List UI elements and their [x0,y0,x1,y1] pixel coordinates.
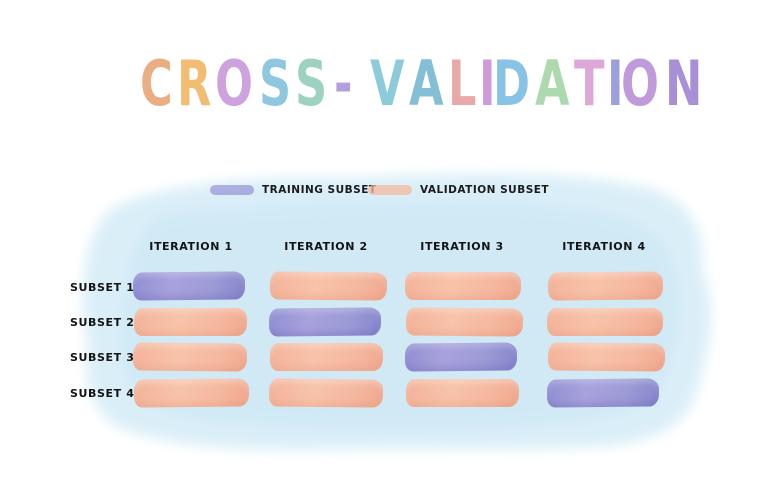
legend-label-validation: VALIDATION SUBSET [420,184,550,196]
fold-cell-validation [268,378,384,408]
title-letter: O [215,47,257,120]
title-letter: A [409,47,447,120]
title-letter: D [492,47,533,120]
title-letter: - [334,47,356,120]
fold-cell-validation [547,342,666,372]
fold-cell-training [132,271,246,301]
title-letter: V [370,47,408,120]
row-heading-subset-1: SUBSET 1 [70,281,135,294]
fold-cell-training [268,307,382,337]
row-heading-subset-2: SUBSET 2 [70,316,135,329]
fold-cell-training [404,342,518,372]
diagram-title: CROSS- VALIDATION [140,44,703,124]
title-letter: L [448,47,480,120]
legend-swatch-training [210,185,254,195]
fold-cell-validation [134,308,247,336]
row-heading-subset-3: SUBSET 3 [70,351,135,364]
row-heading-subset-4: SUBSET 4 [70,387,135,400]
fold-cell-validation [270,343,383,371]
fold-cell-validation [405,272,521,300]
title-letter: A [535,47,573,120]
column-heading-iteration-1: ITERATION 1 [149,240,233,253]
fold-cell-validation [269,271,388,301]
fold-cell-training [546,378,660,408]
title-letter: C [140,47,176,120]
title-letter: T [574,47,608,120]
column-heading-iteration-4: ITERATION 4 [562,240,646,253]
title-letter: S [294,47,330,120]
fold-cell-validation [547,271,664,301]
fold-cell-validation [405,307,524,337]
fold-cell-validation [406,379,519,407]
fold-cell-validation [133,378,250,408]
column-heading-iteration-3: ITERATION 3 [420,240,504,253]
legend-label-training: TRAINING SUBSET [262,184,377,196]
title-letter: S [258,47,295,120]
fold-cell-validation [547,308,663,336]
column-heading-iteration-2: ITERATION 2 [284,240,368,253]
legend-swatch-validation [368,185,412,195]
title-letter: O [621,47,663,120]
fold-cell-validation [132,342,248,372]
title-letter: N [665,47,706,120]
title-letter: R [176,47,214,120]
